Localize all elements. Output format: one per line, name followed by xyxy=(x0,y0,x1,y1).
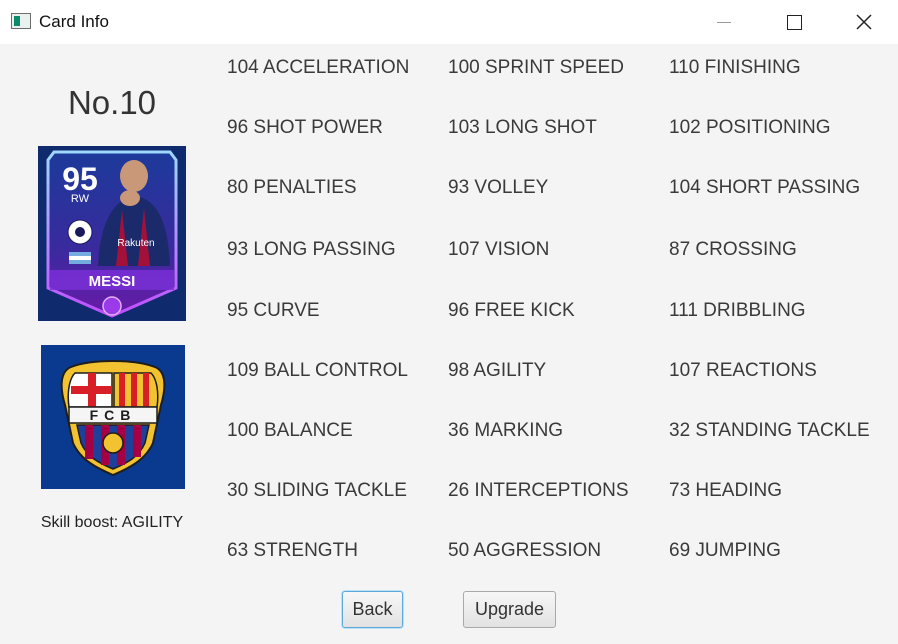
player-number: No.10 xyxy=(67,84,157,121)
stat-agility: 98 AGILITY xyxy=(448,360,547,381)
stat-acceleration: 104 ACCELERATION xyxy=(227,57,410,78)
crest-letters: FCB xyxy=(90,407,137,423)
stat-short-passing: 104 SHORT PASSING xyxy=(669,177,861,198)
close-button[interactable] xyxy=(841,0,887,44)
stat-ball-control: 109 BALL CONTROL xyxy=(227,360,408,381)
stat-long-passing: 93 LONG PASSING xyxy=(227,239,396,260)
stat-shot-power: 96 SHOT POWER xyxy=(227,117,383,138)
maximize-icon xyxy=(786,14,802,30)
window-title: Card Info xyxy=(39,12,109,31)
back-button[interactable]: Back xyxy=(342,591,403,628)
stat-long-shot: 103 LONG SHOT xyxy=(448,117,597,138)
app-icon xyxy=(11,13,31,29)
minimize-button[interactable] xyxy=(701,0,747,44)
skill-boost-label: Skill boost: AGILITY xyxy=(40,514,184,531)
stat-jumping: 69 JUMPING xyxy=(669,540,781,561)
stat-vision: 107 VISION xyxy=(448,239,550,260)
stat-sprint-speed: 100 SPRINT SPEED xyxy=(448,57,625,78)
stat-standing-tackle: 32 STANDING TACKLE xyxy=(669,420,870,441)
stat-curve: 95 CURVE xyxy=(227,300,320,321)
stat-marking: 36 MARKING xyxy=(448,420,564,441)
stat-aggression: 50 AGGRESSION xyxy=(448,540,602,561)
upgrade-button[interactable]: Upgrade xyxy=(463,591,556,628)
card-sponsor: Rakuten xyxy=(117,238,154,249)
club-crest: FCB xyxy=(41,345,185,489)
card-rating: 95 xyxy=(62,161,98,197)
stat-crossing: 87 CROSSING xyxy=(669,239,797,260)
close-icon xyxy=(856,14,872,30)
maximize-button[interactable] xyxy=(771,0,817,44)
minimize-icon xyxy=(717,21,731,23)
stat-balance: 100 BALANCE xyxy=(227,420,353,441)
stat-positioning: 102 POSITIONING xyxy=(669,117,831,138)
stat-reactions: 107 REACTIONS xyxy=(669,360,817,381)
card-position: RW xyxy=(71,193,90,205)
stat-heading: 73 HEADING xyxy=(669,480,782,501)
stat-volley: 93 VOLLEY xyxy=(448,177,549,198)
player-card: Rakuten 95 RW MESSI xyxy=(38,146,186,321)
stat-dribbling: 111 DRIBBLING xyxy=(669,300,806,321)
stat-free-kick: 96 FREE KICK xyxy=(448,300,575,321)
stat-finishing: 110 FINISHING xyxy=(669,57,801,78)
title-bar: Card Info xyxy=(0,0,898,44)
stat-penalties: 80 PENALTIES xyxy=(227,177,357,198)
stat-interceptions: 26 INTERCEPTIONS xyxy=(448,480,629,501)
stat-sliding-tackle: 30 SLIDING TACKLE xyxy=(227,480,407,501)
card-name: MESSI xyxy=(89,273,136,290)
stat-strength: 63 STRENGTH xyxy=(227,540,358,561)
